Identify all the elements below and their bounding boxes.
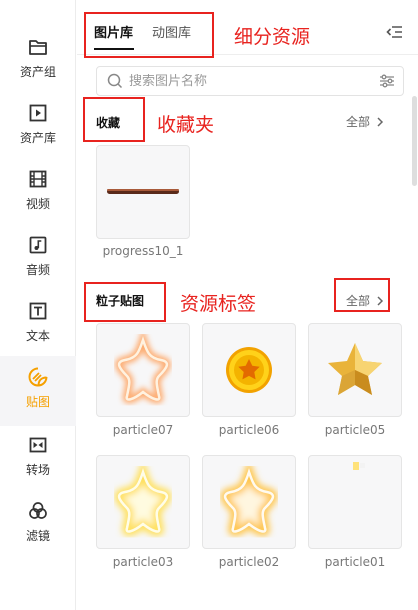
sidebar-item-label: 转场 [25, 463, 50, 477]
sidebar-item-asset-group[interactable]: 资产组 [0, 30, 76, 96]
progress-bar-sticker-thumbnail [107, 189, 179, 194]
annotation-box-tag [84, 282, 166, 322]
particle-item-label: particle02 [218, 555, 280, 569]
sidebar-item-label: 资产组 [19, 65, 56, 79]
particle-item-label: particle01 [324, 555, 386, 569]
particle-item-label: particle03 [112, 555, 174, 569]
glowing-yellow-star-thumbnail [114, 462, 172, 536]
sidebar-item-label: 滤镜 [25, 529, 50, 543]
particle-item-label: particle06 [218, 423, 280, 437]
sidebar-item-video[interactable]: 视频 [0, 162, 76, 228]
favorite-item-label: progress10_1 [102, 244, 184, 258]
sidebar-item-transition[interactable]: 转场 [0, 428, 76, 494]
text-box-icon [27, 300, 49, 322]
chevron-right-icon [377, 116, 384, 127]
favorite-item-progress10-1[interactable] [96, 145, 190, 239]
sidebar-item-text[interactable]: 文本 [0, 294, 76, 360]
sidebar-item-label: 音频 [25, 263, 50, 277]
particle-item-particle03[interactable] [96, 455, 190, 549]
particle-item-particle01[interactable] [308, 455, 402, 549]
sidebar-item-asset-library[interactable]: 资产库 [0, 96, 76, 162]
filter-circles-icon [27, 500, 49, 522]
particle-item-label: particle05 [324, 423, 386, 437]
favorites-see-all-link[interactable]: 全部 [346, 113, 384, 130]
sticker-icon [27, 366, 49, 388]
search-icon [107, 73, 123, 89]
particle-item-particle02[interactable] [202, 455, 296, 549]
glowing-star-outline-thumbnail [115, 330, 171, 404]
scrollbar[interactable] [412, 96, 417, 186]
particle-item-particle07[interactable] [96, 323, 190, 417]
search-input[interactable] [129, 73, 359, 89]
sidebar: 资产组 资产库 视频 音频 文本 贴图 转场 滤镜 [0, 0, 76, 610]
music-note-icon [27, 234, 49, 256]
filter-settings-icon[interactable] [379, 73, 395, 89]
particle-item-particle05[interactable] [308, 323, 402, 417]
sidebar-item-filter[interactable]: 滤镜 [0, 494, 76, 560]
collapse-panel-icon[interactable] [386, 24, 402, 38]
play-box-icon [27, 102, 49, 124]
gold-coin-star-thumbnail [226, 347, 272, 393]
particle-item-label: particle07 [112, 423, 174, 437]
sidebar-item-label: 资产库 [19, 131, 56, 145]
annotation-box-subdivide [84, 12, 214, 58]
gold-star-thumbnail [328, 343, 382, 395]
annotation-box-see-all [334, 278, 390, 312]
search-bar [96, 66, 404, 96]
annotation-box-favorites [83, 97, 145, 142]
sidebar-item-label: 视频 [25, 197, 50, 211]
glowing-orange-star-thumbnail [220, 462, 278, 536]
annotation-label-tag: 资源标签 [180, 293, 257, 315]
annotation-label-subdivide: 细分资源 [234, 26, 311, 48]
transition-icon [27, 434, 49, 456]
folder-icon [27, 36, 49, 58]
annotation-label-favorites: 收藏夹 [157, 114, 215, 136]
sidebar-item-sticker[interactable]: 贴图 [0, 356, 76, 426]
sidebar-item-label: 贴图 [25, 395, 50, 409]
particle-item-particle06[interactable] [202, 323, 296, 417]
sidebar-item-audio[interactable]: 音频 [0, 228, 76, 294]
sparkle-particle-thumbnail [353, 462, 365, 470]
sidebar-item-label: 文本 [25, 329, 50, 343]
see-all-label: 全部 [346, 115, 371, 129]
film-icon [27, 168, 49, 190]
